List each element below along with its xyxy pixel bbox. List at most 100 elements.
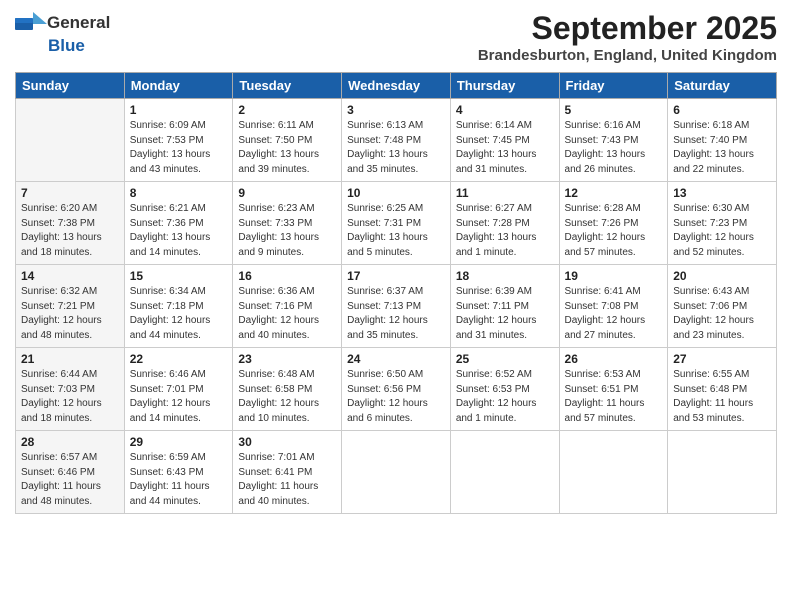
day-number: 28 bbox=[21, 435, 119, 449]
calendar-cell: 8 Sunrise: 6:21 AM Sunset: 7:36 PM Daylig… bbox=[124, 182, 233, 265]
header-monday: Monday bbox=[124, 73, 233, 99]
calendar-cell: 16 Sunrise: 6:36 AM Sunset: 7:16 PM Dayli… bbox=[233, 265, 342, 348]
day-number: 21 bbox=[21, 352, 119, 366]
day-info: Sunrise: 6:41 AM Sunset: 7:08 PM Dayligh… bbox=[565, 285, 663, 343]
day-number: 11 bbox=[456, 186, 554, 200]
header: General Blue September 2025 Brandesburto… bbox=[15, 10, 777, 64]
day-number: 2 bbox=[238, 103, 336, 117]
day-number: 15 bbox=[130, 269, 228, 283]
calendar-table: Sunday Monday Tuesday Wednesday Thursday… bbox=[15, 72, 777, 514]
day-info: Sunrise: 6:50 AM Sunset: 6:56 PM Dayligh… bbox=[347, 368, 445, 426]
main-container: General Blue September 2025 Brandesburto… bbox=[0, 0, 792, 524]
month-title: September 2025 bbox=[478, 10, 777, 47]
day-number: 24 bbox=[347, 352, 445, 366]
calendar-cell: 1 Sunrise: 6:09 AM Sunset: 7:53 PM Daylig… bbox=[124, 99, 233, 182]
day-info: Sunrise: 6:46 AM Sunset: 7:01 PM Dayligh… bbox=[130, 368, 228, 426]
calendar-week-row: 14 Sunrise: 6:32 AM Sunset: 7:21 PM Dayli… bbox=[16, 265, 777, 348]
calendar-cell bbox=[342, 431, 451, 514]
day-info: Sunrise: 6:34 AM Sunset: 7:18 PM Dayligh… bbox=[130, 285, 228, 343]
calendar-cell: 26 Sunrise: 6:53 AM Sunset: 6:51 PM Dayli… bbox=[559, 348, 668, 431]
header-saturday: Saturday bbox=[668, 73, 777, 99]
day-info: Sunrise: 6:32 AM Sunset: 7:21 PM Dayligh… bbox=[21, 285, 119, 343]
calendar-cell: 11 Sunrise: 6:27 AM Sunset: 7:28 PM Dayli… bbox=[450, 182, 559, 265]
calendar-cell: 6Sunrise: 6:18 AM Sunset: 7:40 PM Daylig… bbox=[668, 99, 777, 182]
day-info: Sunrise: 6:36 AM Sunset: 7:16 PM Dayligh… bbox=[238, 285, 336, 343]
day-info: Sunrise: 6:11 AM Sunset: 7:50 PM Dayligh… bbox=[238, 119, 336, 177]
day-number: 7 bbox=[21, 186, 119, 200]
day-number: 3 bbox=[347, 103, 445, 117]
day-info: Sunrise: 6:28 AM Sunset: 7:26 PM Dayligh… bbox=[565, 202, 663, 260]
calendar-cell: 24 Sunrise: 6:50 AM Sunset: 6:56 PM Dayli… bbox=[342, 348, 451, 431]
day-info: Sunrise: 6:43 AM Sunset: 7:06 PM Dayligh… bbox=[673, 285, 771, 343]
day-info: Sunrise: 6:48 AM Sunset: 6:58 PM Dayligh… bbox=[238, 368, 336, 426]
day-info: Sunrise: 6:09 AM Sunset: 7:53 PM Dayligh… bbox=[130, 119, 228, 177]
day-info: Sunrise: 6:23 AM Sunset: 7:33 PM Dayligh… bbox=[238, 202, 336, 260]
day-number: 25 bbox=[456, 352, 554, 366]
calendar-cell: 23 Sunrise: 6:48 AM Sunset: 6:58 PM Dayli… bbox=[233, 348, 342, 431]
day-number: 10 bbox=[347, 186, 445, 200]
day-number: 4 bbox=[456, 103, 554, 117]
calendar-cell bbox=[668, 431, 777, 514]
logo-blue: Blue bbox=[48, 36, 85, 56]
calendar-cell: 2 Sunrise: 6:11 AM Sunset: 7:50 PM Daylig… bbox=[233, 99, 342, 182]
location-subtitle: Brandesburton, England, United Kingdom bbox=[478, 47, 777, 64]
day-number: 29 bbox=[130, 435, 228, 449]
day-number: 30 bbox=[238, 435, 336, 449]
calendar-week-row: 21Sunrise: 6:44 AM Sunset: 7:03 PM Dayli… bbox=[16, 348, 777, 431]
header-wednesday: Wednesday bbox=[342, 73, 451, 99]
calendar-cell: 18 Sunrise: 6:39 AM Sunset: 7:11 PM Dayli… bbox=[450, 265, 559, 348]
day-info: Sunrise: 6:53 AM Sunset: 6:51 PM Dayligh… bbox=[565, 368, 663, 426]
day-info: Sunrise: 6:52 AM Sunset: 6:53 PM Dayligh… bbox=[456, 368, 554, 426]
calendar-cell bbox=[450, 431, 559, 514]
logo-icon bbox=[15, 10, 47, 36]
calendar-week-row: 1 Sunrise: 6:09 AM Sunset: 7:53 PM Daylig… bbox=[16, 99, 777, 182]
day-info: Sunrise: 6:25 AM Sunset: 7:31 PM Dayligh… bbox=[347, 202, 445, 260]
day-number: 14 bbox=[21, 269, 119, 283]
calendar-cell: 25 Sunrise: 6:52 AM Sunset: 6:53 PM Dayli… bbox=[450, 348, 559, 431]
calendar-cell: 12 Sunrise: 6:28 AM Sunset: 7:26 PM Dayli… bbox=[559, 182, 668, 265]
day-info: Sunrise: 7:01 AM Sunset: 6:41 PM Dayligh… bbox=[238, 451, 336, 509]
day-number: 8 bbox=[130, 186, 228, 200]
calendar-cell: 3 Sunrise: 6:13 AM Sunset: 7:48 PM Daylig… bbox=[342, 99, 451, 182]
header-friday: Friday bbox=[559, 73, 668, 99]
logo: General Blue bbox=[15, 10, 110, 56]
day-number: 16 bbox=[238, 269, 336, 283]
logo-general: General bbox=[47, 13, 110, 33]
day-number: 26 bbox=[565, 352, 663, 366]
day-number: 18 bbox=[456, 269, 554, 283]
day-number: 1 bbox=[130, 103, 228, 117]
day-number: 23 bbox=[238, 352, 336, 366]
day-info: Sunrise: 6:39 AM Sunset: 7:11 PM Dayligh… bbox=[456, 285, 554, 343]
day-info: Sunrise: 6:55 AM Sunset: 6:48 PM Dayligh… bbox=[673, 368, 771, 426]
day-number: 13 bbox=[673, 186, 771, 200]
day-number: 9 bbox=[238, 186, 336, 200]
day-info: Sunrise: 6:21 AM Sunset: 7:36 PM Dayligh… bbox=[130, 202, 228, 260]
calendar-cell: 22 Sunrise: 6:46 AM Sunset: 7:01 PM Dayli… bbox=[124, 348, 233, 431]
day-number: 27 bbox=[673, 352, 771, 366]
calendar-cell: 21Sunrise: 6:44 AM Sunset: 7:03 PM Dayli… bbox=[16, 348, 125, 431]
calendar-week-row: 7 Sunrise: 6:20 AM Sunset: 7:38 PM Daylig… bbox=[16, 182, 777, 265]
calendar-week-row: 28 Sunrise: 6:57 AM Sunset: 6:46 PM Dayli… bbox=[16, 431, 777, 514]
calendar-cell: 19Sunrise: 6:41 AM Sunset: 7:08 PM Dayli… bbox=[559, 265, 668, 348]
day-info: Sunrise: 6:20 AM Sunset: 7:38 PM Dayligh… bbox=[21, 202, 119, 260]
day-number: 17 bbox=[347, 269, 445, 283]
calendar-cell bbox=[559, 431, 668, 514]
day-info: Sunrise: 6:13 AM Sunset: 7:48 PM Dayligh… bbox=[347, 119, 445, 177]
calendar-cell: 20 Sunrise: 6:43 AM Sunset: 7:06 PM Dayli… bbox=[668, 265, 777, 348]
calendar-cell: 13Sunrise: 6:30 AM Sunset: 7:23 PM Dayli… bbox=[668, 182, 777, 265]
day-info: Sunrise: 6:57 AM Sunset: 6:46 PM Dayligh… bbox=[21, 451, 119, 509]
header-sunday: Sunday bbox=[16, 73, 125, 99]
day-number: 12 bbox=[565, 186, 663, 200]
day-number: 20 bbox=[673, 269, 771, 283]
calendar-cell: 28 Sunrise: 6:57 AM Sunset: 6:46 PM Dayli… bbox=[16, 431, 125, 514]
day-info: Sunrise: 6:37 AM Sunset: 7:13 PM Dayligh… bbox=[347, 285, 445, 343]
day-info: Sunrise: 6:27 AM Sunset: 7:28 PM Dayligh… bbox=[456, 202, 554, 260]
calendar-header-row: Sunday Monday Tuesday Wednesday Thursday… bbox=[16, 73, 777, 99]
calendar-cell: 17 Sunrise: 6:37 AM Sunset: 7:13 PM Dayli… bbox=[342, 265, 451, 348]
day-number: 6 bbox=[673, 103, 771, 117]
day-info: Sunrise: 6:16 AM Sunset: 7:43 PM Dayligh… bbox=[565, 119, 663, 177]
calendar-cell: 29Sunrise: 6:59 AM Sunset: 6:43 PM Dayli… bbox=[124, 431, 233, 514]
calendar-cell: 15 Sunrise: 6:34 AM Sunset: 7:18 PM Dayli… bbox=[124, 265, 233, 348]
day-number: 22 bbox=[130, 352, 228, 366]
title-area: September 2025 Brandesburton, England, U… bbox=[478, 10, 777, 64]
